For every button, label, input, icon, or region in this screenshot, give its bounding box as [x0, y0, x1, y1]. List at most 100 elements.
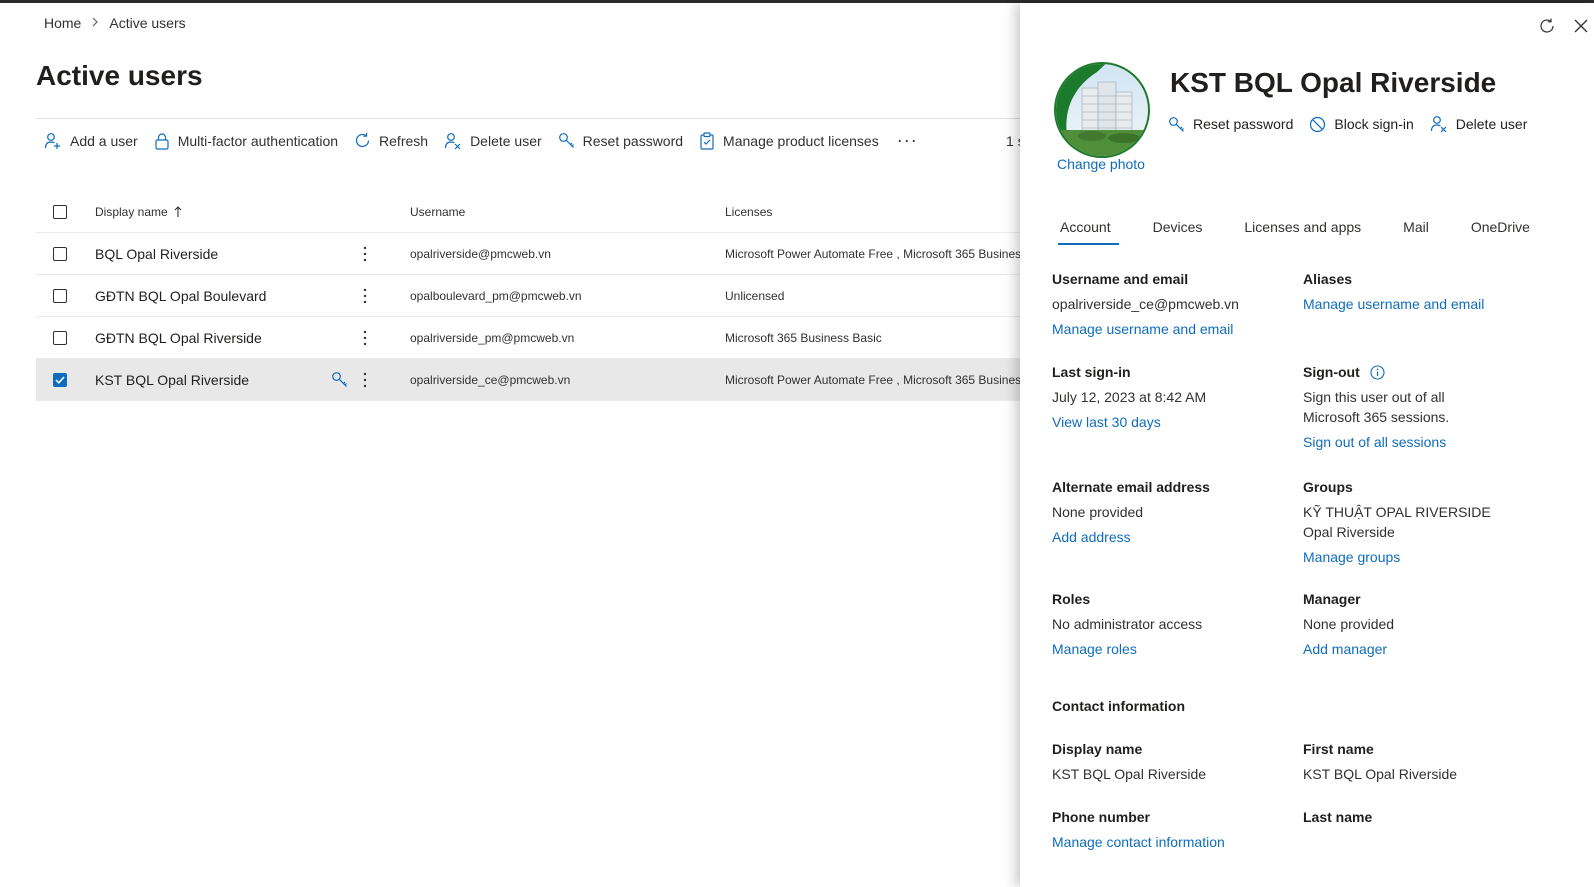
user-avatar[interactable]: . . . . [1052, 58, 1152, 158]
user-display-name[interactable]: BQL Opal Riverside [95, 246, 218, 262]
reset-password-button[interactable]: Reset password [558, 132, 683, 149]
user-licenses: Unlicensed [725, 288, 785, 303]
group-item: Opal Riverside [1303, 524, 1395, 540]
table-header: Display name Username Licenses [36, 191, 1020, 233]
roles-label: Roles [1052, 591, 1091, 607]
username-section: Username and email opalriverside_ce@pmcw… [1052, 269, 1292, 339]
clipboard-icon [700, 131, 714, 150]
column-display-name-label: Display name [95, 204, 168, 219]
manage-roles-link[interactable]: Manage roles [1052, 639, 1292, 659]
add-user-button[interactable]: Add a user [44, 132, 138, 150]
lock-icon [155, 132, 169, 150]
panel-reset-password-label: Reset password [1193, 116, 1294, 132]
aliases-label: Aliases [1303, 271, 1353, 287]
user-username: opalriverside_ce@pmcweb.vn [410, 372, 571, 387]
breadcrumb-home[interactable]: Home [44, 15, 81, 31]
groups-section: Groups KỸ THUẬT OPAL RIVERSIDE Opal Rive… [1303, 477, 1563, 567]
last-name-label: Last name [1303, 809, 1373, 825]
tab-account[interactable]: Account [1052, 217, 1119, 245]
mfa-label: Multi-factor authentication [177, 132, 339, 149]
username-label: Username and email [1052, 271, 1189, 287]
phone-section: Phone number Manage contact information [1052, 807, 1292, 852]
aliases-section: Aliases Manage username and email [1303, 269, 1563, 314]
manage-username-link[interactable]: Manage username and email [1052, 319, 1292, 339]
mfa-button[interactable]: Multi-factor authentication [154, 132, 338, 150]
tab-mail[interactable]: Mail [1395, 217, 1437, 245]
last-name-section: Last name [1303, 807, 1563, 832]
manage-aliases-link[interactable]: Manage username and email [1303, 294, 1563, 314]
group-item: KỸ THUẬT OPAL RIVERSIDE [1303, 504, 1491, 520]
signout-label: Sign-out [1303, 364, 1360, 380]
column-display-name[interactable]: Display name [95, 191, 410, 232]
panel-tabs: Account Devices Licenses and apps Mail O… [1052, 217, 1564, 245]
more-vertical-icon[interactable] [363, 317, 367, 358]
signout-section: Sign-out Sign this user out of all Micro… [1303, 362, 1473, 452]
user-username: opalboulevard_pm@pmcweb.vn [410, 288, 582, 303]
table-row[interactable]: GĐTN BQL Opal Riverside opalriverside_pm… [36, 317, 1020, 359]
groups-label: Groups [1303, 479, 1353, 495]
display-name-value: KST BQL Opal Riverside [1052, 766, 1207, 782]
key-icon [558, 133, 574, 148]
refresh-label: Refresh [379, 132, 429, 149]
manage-licenses-label: Manage product licenses [723, 132, 879, 149]
user-display-name[interactable]: GĐTN BQL Opal Riverside [95, 330, 262, 346]
select-all-checkbox[interactable] [52, 204, 67, 219]
tab-devices[interactable]: Devices [1145, 217, 1211, 245]
table-row[interactable]: BQL Opal Riverside opalriverside@pmcweb.… [36, 233, 1020, 275]
signout-text: Sign this user out of all Microsoft 365 … [1303, 389, 1450, 425]
reset-password-label: Reset password [582, 132, 684, 149]
breadcrumb-current: Active users [109, 15, 186, 31]
user-display-name[interactable]: KST BQL Opal Riverside [95, 372, 249, 388]
user-display-name[interactable]: GĐTN BQL Opal Boulevard [95, 288, 266, 304]
manager-section: Manager None provided Add manager [1303, 589, 1563, 659]
more-icon[interactable]: ··· [897, 130, 918, 151]
tab-licenses-and-apps[interactable]: Licenses and apps [1236, 217, 1369, 245]
user-detail-panel: . . . . Change photo KST BQL Opal Rivers… [1020, 3, 1594, 887]
close-icon[interactable] [1574, 19, 1588, 33]
table-row-selected[interactable]: KST BQL Opal Riverside opalriverside_ce@… [36, 359, 1020, 401]
user-licenses: Microsoft Power Automate Free , Microsof… [725, 372, 1020, 387]
add-person-icon [44, 132, 60, 149]
sign-out-all-sessions-link[interactable]: Sign out of all sessions [1303, 432, 1473, 452]
last-signin-label: Last sign-in [1052, 364, 1131, 380]
last-signin-value: July 12, 2023 at 8:42 AM [1052, 389, 1207, 405]
key-icon [1169, 116, 1184, 132]
block-signin-button[interactable]: Block sign-in [1309, 116, 1414, 133]
more-vertical-icon[interactable] [363, 275, 367, 316]
panel-delete-user-label: Delete user [1455, 116, 1528, 132]
change-photo-link[interactable]: Change photo [1057, 156, 1145, 172]
manage-licenses-button[interactable]: Manage product licenses [699, 131, 879, 150]
active-users-page: Home Active users Active users Add a use… [0, 3, 1020, 887]
first-name-value: KST BQL Opal Riverside [1303, 766, 1458, 782]
view-last-30-days-link[interactable]: View last 30 days [1052, 412, 1292, 432]
alt-email-section: Alternate email address None provided Ad… [1052, 477, 1292, 547]
table-row[interactable]: GĐTN BQL Opal Boulevard opalboulevard_pm… [36, 275, 1020, 317]
info-icon[interactable] [1370, 365, 1385, 380]
key-icon[interactable] [331, 359, 348, 400]
tab-onedrive[interactable]: OneDrive [1463, 217, 1538, 245]
column-username[interactable]: Username [410, 205, 725, 219]
row-checkbox[interactable] [52, 330, 67, 345]
add-manager-link[interactable]: Add manager [1303, 639, 1563, 659]
manage-groups-link[interactable]: Manage groups [1303, 547, 1563, 567]
roles-value: No administrator access [1052, 616, 1203, 632]
signout-label-wrap: Sign-out [1303, 362, 1473, 382]
delete-user-button[interactable]: Delete user [444, 132, 542, 150]
checkmark-icon [54, 375, 65, 384]
row-checkbox[interactable] [52, 246, 67, 261]
remove-person-icon [1430, 116, 1447, 133]
row-checkbox[interactable] [52, 288, 67, 303]
panel-delete-user-button[interactable]: Delete user [1430, 115, 1528, 133]
refresh-button[interactable]: Refresh [354, 132, 428, 149]
more-vertical-icon[interactable] [363, 233, 367, 274]
panel-reset-password-button[interactable]: Reset password [1168, 116, 1293, 133]
column-licenses[interactable]: Licenses [725, 205, 1020, 219]
roles-section: Roles No administrator access Manage rol… [1052, 589, 1292, 659]
refresh-icon[interactable] [1538, 17, 1556, 35]
row-checkbox-checked[interactable] [52, 372, 67, 387]
add-address-link[interactable]: Add address [1052, 527, 1292, 547]
manager-value: None provided [1303, 616, 1395, 632]
more-vertical-icon[interactable] [363, 359, 367, 400]
manage-contact-info-link[interactable]: Manage contact information [1052, 832, 1292, 852]
delete-user-label: Delete user [470, 132, 542, 149]
